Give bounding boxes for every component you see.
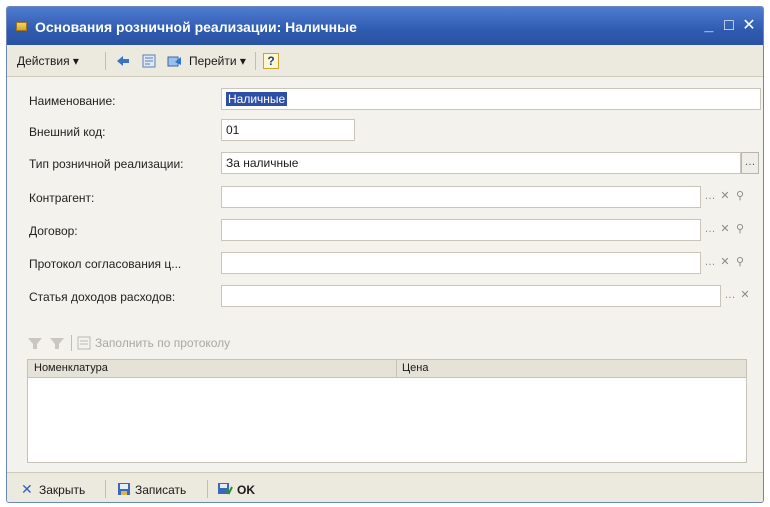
fill-by-protocol-button[interactable]: Заполнить по протоколу xyxy=(95,336,230,350)
contract-label: Договор: xyxy=(29,224,78,238)
income-expense-article-label: Статья доходов расходов: xyxy=(29,290,176,304)
actions-menu[interactable]: Действия ▾ xyxy=(17,54,79,68)
retail-type-label: Тип розничной реализации: xyxy=(29,157,184,171)
select-button[interactable]: … xyxy=(703,219,717,241)
counterparty-label: Контрагент: xyxy=(29,191,95,205)
window: Основания розничной реализации: Наличные… xyxy=(6,6,764,503)
filter-icon[interactable] xyxy=(49,336,65,350)
name-label: Наименование: xyxy=(29,94,116,108)
table-header: Номенклатура Цена xyxy=(28,360,746,378)
column-divider[interactable] xyxy=(396,360,397,378)
close-button[interactable]: Закрыть xyxy=(39,483,85,497)
protocol-field[interactable] xyxy=(221,252,701,274)
external-code-field[interactable]: 01 xyxy=(221,119,355,141)
form-icon xyxy=(16,22,27,31)
window-title: Основания розничной реализации: Наличные xyxy=(35,19,357,35)
counterparty-field[interactable] xyxy=(221,186,701,208)
search-icon[interactable]: ⚲ xyxy=(733,219,747,241)
toolbar-separator xyxy=(105,480,106,498)
products-table[interactable]: Номенклатура Цена xyxy=(27,359,747,463)
structure-icon[interactable] xyxy=(141,53,157,69)
name-field[interactable]: Наличные xyxy=(221,88,761,110)
external-code-label: Внешний код: xyxy=(29,125,106,139)
save-icon xyxy=(117,482,131,496)
toolbar-separator xyxy=(255,52,256,70)
goto-menu[interactable]: Перейти ▾ xyxy=(189,54,246,68)
clear-icon[interactable]: ✕ xyxy=(738,285,752,307)
maximize-button[interactable]: □ xyxy=(719,16,739,36)
retail-type-field[interactable]: За наличные xyxy=(221,152,741,174)
fill-icon xyxy=(77,336,91,350)
add-row-icon[interactable] xyxy=(27,336,43,350)
protocol-label: Протокол согласования ц... xyxy=(29,257,182,271)
close-window-button[interactable]: ✕ xyxy=(739,16,759,36)
clear-icon[interactable]: ✕ xyxy=(718,186,732,208)
toolbar-separator xyxy=(207,480,208,498)
back-arrow-icon[interactable] xyxy=(115,53,131,69)
go-to-icon[interactable] xyxy=(167,53,183,69)
close-icon: ✕ xyxy=(21,481,33,497)
name-value: Наличные xyxy=(226,92,288,106)
title-bar: Основания розничной реализации: Наличные… xyxy=(7,7,763,45)
contract-field[interactable] xyxy=(221,219,701,241)
footer-toolbar: ✕ Закрыть Записать OK xyxy=(7,472,763,502)
toolbar-separator xyxy=(105,52,106,70)
select-button[interactable]: … xyxy=(703,186,717,208)
save-button[interactable]: Записать xyxy=(135,483,186,497)
select-button[interactable]: … xyxy=(703,252,717,274)
search-icon[interactable]: ⚲ xyxy=(733,186,747,208)
clear-icon[interactable]: ✕ xyxy=(718,219,732,241)
ok-button[interactable]: OK xyxy=(237,483,255,497)
toolbar-separator xyxy=(71,335,72,351)
minimize-button[interactable]: _ xyxy=(699,16,719,36)
clear-icon[interactable]: ✕ xyxy=(718,252,732,274)
select-button[interactable]: … xyxy=(741,152,759,174)
income-expense-article-field[interactable] xyxy=(221,285,721,307)
search-icon[interactable]: ⚲ xyxy=(733,252,747,274)
toolbar: Действия ▾ Перейти ▾ ? xyxy=(7,45,763,77)
help-button[interactable]: ? xyxy=(263,53,279,69)
select-button[interactable]: … xyxy=(723,285,737,307)
column-header-price[interactable]: Цена xyxy=(402,362,428,374)
column-header-nomenclature[interactable]: Номенклатура xyxy=(34,362,108,374)
save-and-close-icon xyxy=(217,482,233,496)
